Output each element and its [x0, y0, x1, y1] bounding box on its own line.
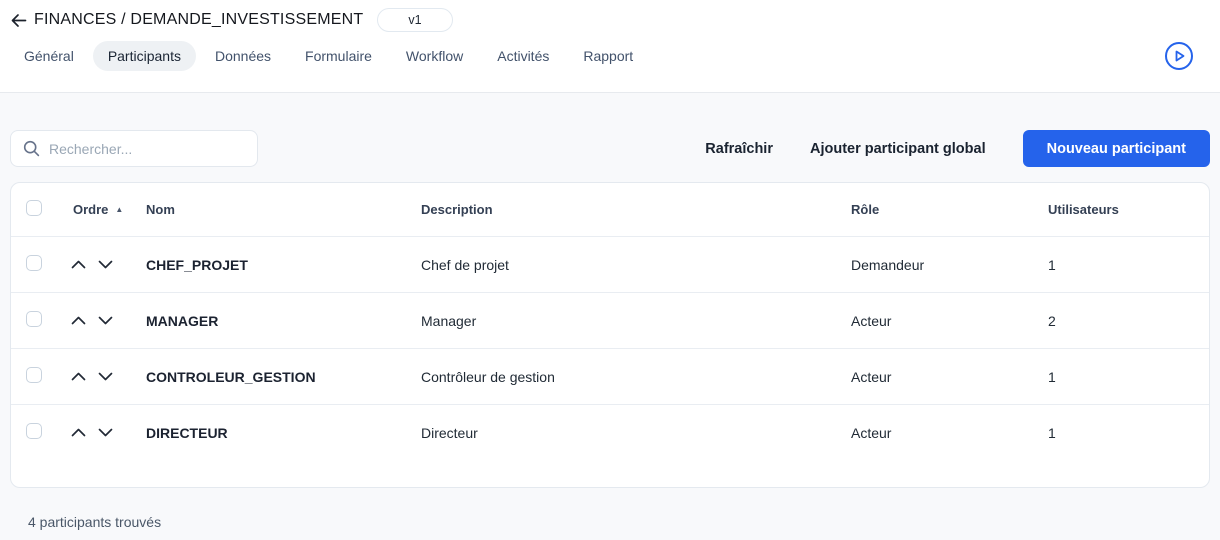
participant-users-count: 1 — [1038, 425, 1209, 441]
column-header-description[interactable]: Description — [411, 202, 841, 217]
search-box — [10, 130, 258, 167]
tab-formulaire[interactable]: Formulaire — [290, 41, 387, 71]
order-controls — [63, 258, 136, 271]
participant-name[interactable]: DIRECTEUR — [136, 425, 411, 441]
move-up-button[interactable] — [69, 370, 88, 383]
participants-panel: Rafraîchir Ajouter participant global No… — [0, 130, 1220, 530]
column-header-ordre-label: Ordre — [73, 202, 108, 217]
tab-donnees[interactable]: Données — [200, 41, 286, 71]
participant-users-count: 1 — [1038, 369, 1209, 385]
participant-role: Demandeur — [841, 257, 1038, 273]
order-controls — [63, 370, 136, 383]
participant-users-count: 2 — [1038, 313, 1209, 329]
row-checkbox[interactable] — [26, 423, 42, 439]
participant-description: Manager — [411, 313, 841, 329]
participant-role: Acteur — [841, 369, 1038, 385]
participant-description: Chef de projet — [411, 257, 841, 273]
table-row: CONTROLEUR_GESTION Contrôleur de gestion… — [11, 348, 1209, 404]
move-up-button[interactable] — [69, 314, 88, 327]
tab-general[interactable]: Général — [9, 41, 89, 71]
column-header-role[interactable]: Rôle — [841, 202, 1038, 217]
order-controls — [63, 426, 136, 439]
table-row: MANAGER Manager Acteur 2 — [11, 292, 1209, 348]
breadcrumb-row: FINANCES / DEMANDE_INVESTISSEMENT v1 — [0, 0, 1220, 33]
participant-name[interactable]: CONTROLEUR_GESTION — [136, 369, 411, 385]
table-row: DIRECTEUR Directeur Acteur 1 — [11, 404, 1209, 460]
column-header-ordre[interactable]: Ordre ▲ — [63, 202, 136, 217]
tabs-row: Général Participants Données Formulaire … — [0, 41, 1220, 71]
move-up-button[interactable] — [69, 258, 88, 271]
participant-role: Acteur — [841, 313, 1038, 329]
chevron-down-icon — [98, 372, 113, 381]
participant-users-count: 1 — [1038, 257, 1209, 273]
move-down-button[interactable] — [96, 258, 115, 271]
chevron-down-icon — [98, 316, 113, 325]
refresh-button[interactable]: Rafraîchir — [705, 141, 773, 157]
chevron-up-icon — [71, 428, 86, 437]
tab-bar: Général Participants Données Formulaire … — [9, 41, 648, 71]
sort-asc-icon: ▲ — [115, 206, 123, 214]
toolbar-actions: Rafraîchir Ajouter participant global No… — [705, 130, 1210, 167]
participant-name[interactable]: CHEF_PROJET — [136, 257, 411, 273]
move-up-button[interactable] — [69, 426, 88, 439]
chevron-down-icon — [98, 260, 113, 269]
search-icon — [23, 140, 40, 157]
tab-workflow[interactable]: Workflow — [391, 41, 478, 71]
move-down-button[interactable] — [96, 426, 115, 439]
back-button[interactable] — [6, 8, 30, 32]
table-header-row: Ordre ▲ Nom Description Rôle Utilisateur… — [11, 183, 1209, 236]
new-participant-button[interactable]: Nouveau participant — [1023, 130, 1210, 167]
chevron-up-icon — [71, 372, 86, 381]
column-header-utilisateurs[interactable]: Utilisateurs — [1038, 202, 1209, 217]
participant-description: Contrôleur de gestion — [411, 369, 841, 385]
move-down-button[interactable] — [96, 314, 115, 327]
play-button[interactable] — [1164, 41, 1194, 71]
tab-participants[interactable]: Participants — [93, 41, 196, 71]
play-circle-icon — [1164, 41, 1194, 71]
move-down-button[interactable] — [96, 370, 115, 383]
order-controls — [63, 314, 136, 327]
tab-rapport[interactable]: Rapport — [568, 41, 648, 71]
toolbar: Rafraîchir Ajouter participant global No… — [10, 130, 1210, 167]
participants-table: Ordre ▲ Nom Description Rôle Utilisateur… — [10, 182, 1210, 488]
participant-role: Acteur — [841, 425, 1038, 441]
version-badge[interactable]: v1 — [377, 8, 452, 32]
select-all-checkbox[interactable] — [26, 200, 42, 216]
breadcrumb: FINANCES / DEMANDE_INVESTISSEMENT — [34, 11, 363, 29]
row-checkbox[interactable] — [26, 255, 42, 271]
participant-name[interactable]: MANAGER — [136, 313, 411, 329]
column-header-nom[interactable]: Nom — [136, 202, 411, 217]
arrow-left-icon — [9, 11, 28, 30]
table-row: CHEF_PROJET Chef de projet Demandeur 1 — [11, 236, 1209, 292]
chevron-down-icon — [98, 428, 113, 437]
chevron-up-icon — [71, 316, 86, 325]
tab-activites[interactable]: Activités — [482, 41, 564, 71]
search-input[interactable] — [49, 141, 229, 157]
add-global-participant-button[interactable]: Ajouter participant global — [810, 141, 986, 157]
row-checkbox[interactable] — [26, 311, 42, 327]
topbar: FINANCES / DEMANDE_INVESTISSEMENT v1 Gén… — [0, 0, 1220, 93]
results-summary: 4 participants trouvés — [28, 514, 1210, 530]
row-checkbox[interactable] — [26, 367, 42, 383]
participant-description: Directeur — [411, 425, 841, 441]
chevron-up-icon — [71, 260, 86, 269]
